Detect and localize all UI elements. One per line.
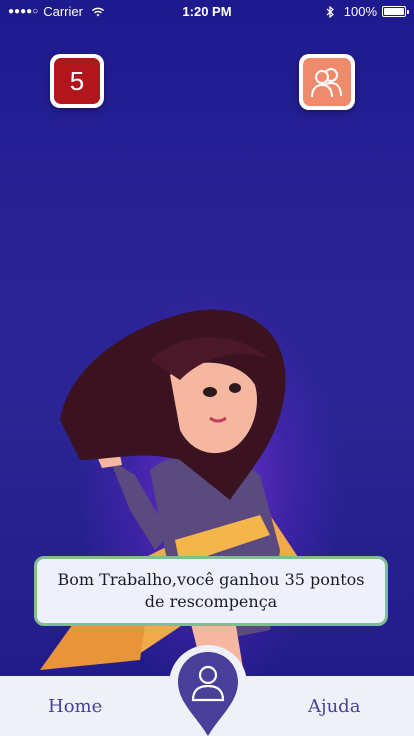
reward-message-text: Bom Trabalho,você ganhou 35 pontos de re…: [57, 570, 365, 611]
profile-pin-button[interactable]: [168, 644, 248, 736]
status-bar: ●●●●○ Carrier 1:20 PM 100%: [0, 0, 414, 22]
nav-help[interactable]: Ajuda: [308, 696, 360, 717]
battery-percent: 100%: [343, 4, 377, 19]
battery-icon: [382, 6, 409, 17]
level-value: 5: [54, 58, 100, 104]
level-badge: 5: [50, 54, 104, 108]
bluetooth-icon: [326, 5, 334, 18]
nav-home[interactable]: Home: [48, 696, 102, 717]
users-icon: [311, 68, 342, 98]
reward-message: Bom Trabalho,você ganhou 35 pontos de re…: [34, 556, 388, 626]
users-button[interactable]: [299, 54, 355, 110]
status-right: 100%: [326, 4, 409, 19]
